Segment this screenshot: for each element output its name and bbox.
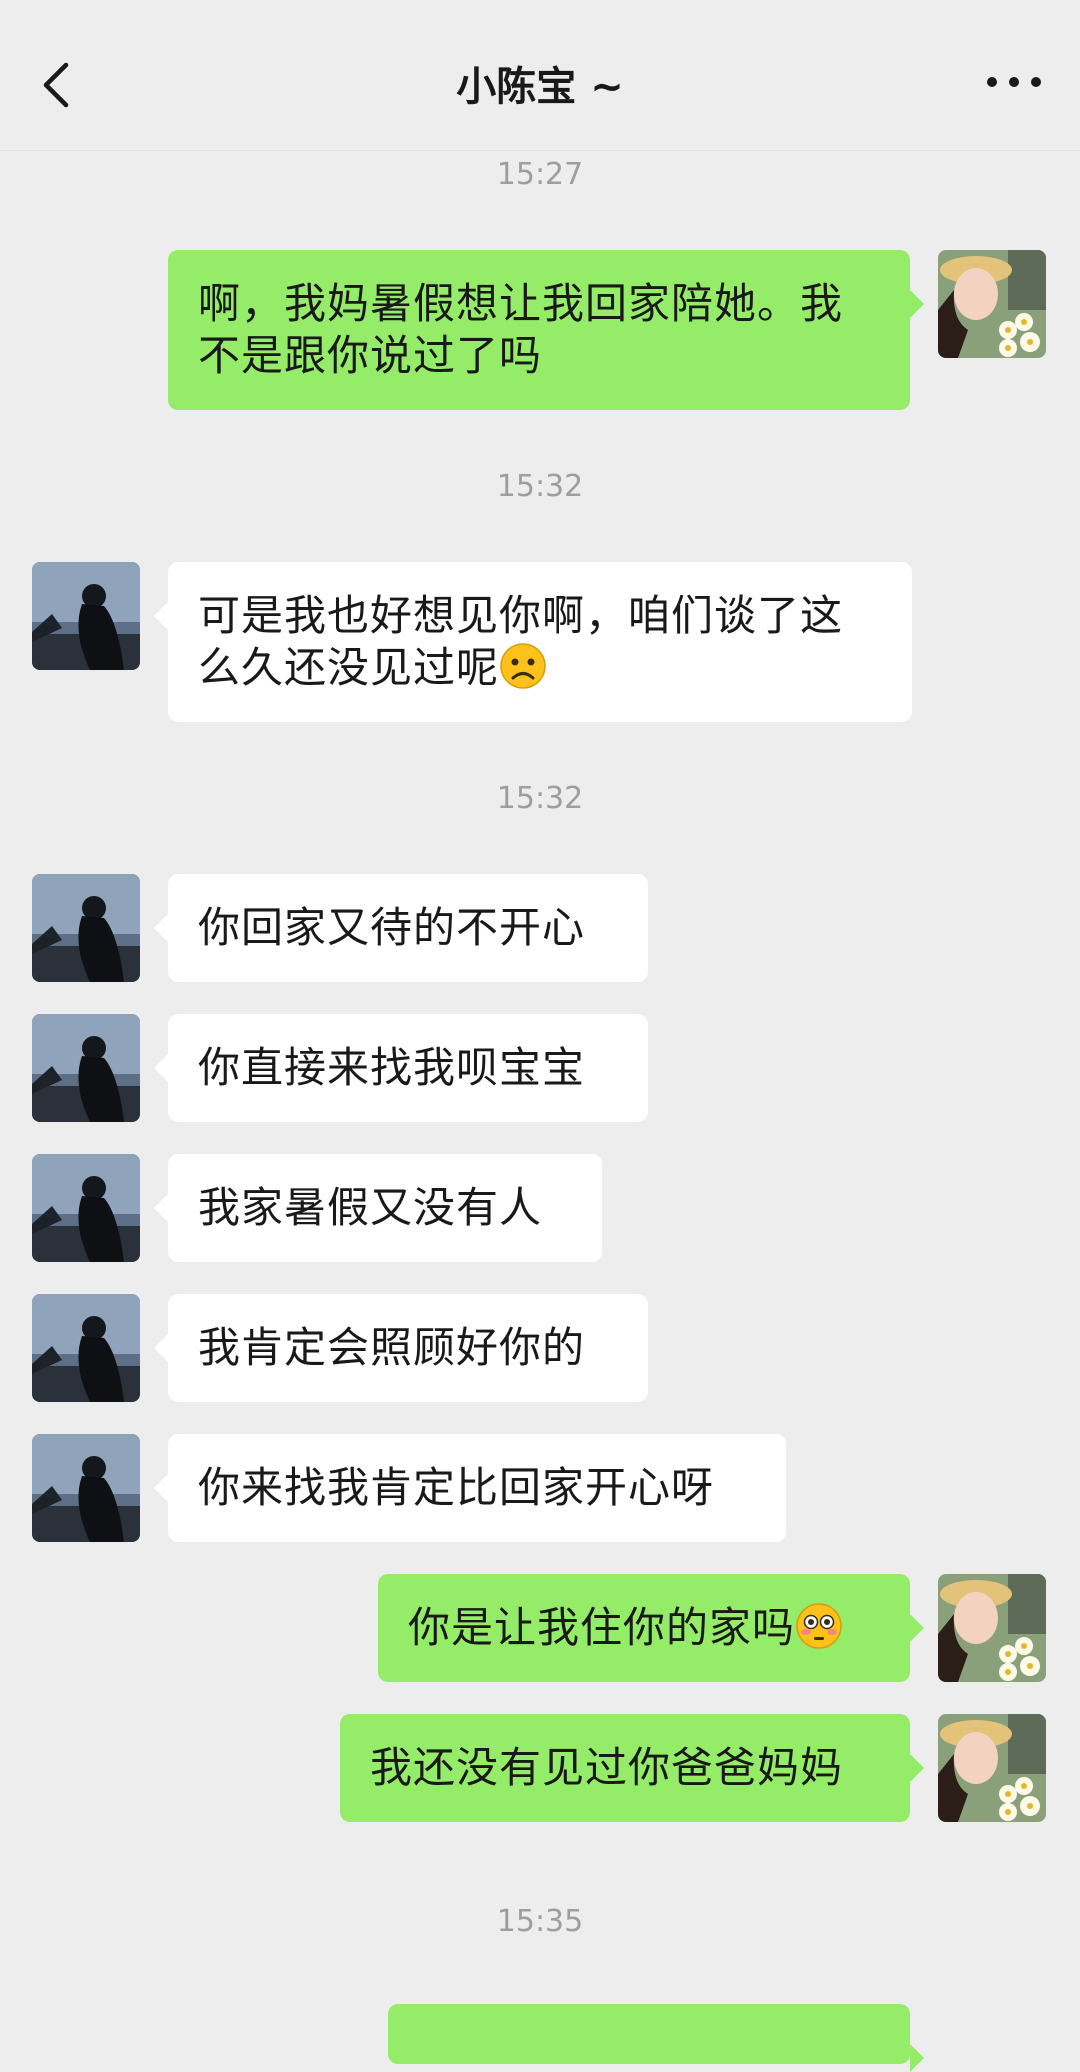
- more-options-button[interactable]: [986, 70, 1042, 94]
- contact-avatar[interactable]: [32, 1294, 140, 1402]
- message-text: 你直接来找我呗宝宝: [198, 1043, 586, 1092]
- contact-avatar[interactable]: [32, 1434, 140, 1542]
- message-bubble-outgoing[interactable]: [388, 2004, 924, 2072]
- my-avatar[interactable]: [938, 1714, 1046, 1822]
- timestamp: 15:27: [496, 157, 584, 192]
- contact-avatar[interactable]: [32, 562, 140, 670]
- contact-avatar[interactable]: [32, 1014, 140, 1122]
- message-bubble-incoming[interactable]: 你来找我肯定比回家开心呀: [154, 1434, 786, 1542]
- message-text: 你回家又待的不开心: [198, 903, 586, 952]
- message-text: 啊，我妈暑假想让我回家陪她。我不是跟你说过了吗: [198, 279, 844, 380]
- message-bubble-incoming[interactable]: 你回家又待的不开心: [154, 874, 648, 982]
- timestamp: 15:32: [496, 469, 584, 504]
- message-bubble-outgoing[interactable]: 我还没有见过你爸爸妈妈: [340, 1714, 924, 1822]
- message-text: 你是让我住你的家吗: [408, 1603, 796, 1652]
- message-text: 你来找我肯定比回家开心呀: [198, 1463, 715, 1512]
- timestamp: 15:35: [496, 1904, 584, 1939]
- frowning-face-emoji: [500, 643, 546, 689]
- chat-title: 小陈宝 ~: [456, 64, 624, 110]
- message-text: 我家暑假又没有人: [198, 1183, 543, 1232]
- message-bubble-incoming[interactable]: 可是我也好想见你啊，咱们谈了这么久还没见过呢: [154, 562, 912, 722]
- message-bubble-incoming[interactable]: 我家暑假又没有人: [154, 1154, 602, 1262]
- flushed-face-emoji: [796, 1603, 842, 1649]
- contact-avatar[interactable]: [32, 874, 140, 982]
- message-bubble-outgoing[interactable]: 你是让我住你的家吗: [378, 1574, 924, 1682]
- message-bubble-incoming[interactable]: 你直接来找我呗宝宝: [154, 1014, 648, 1122]
- message-bubble-outgoing[interactable]: 啊，我妈暑假想让我回家陪她。我不是跟你说过了吗: [168, 250, 924, 410]
- message-bubble-incoming[interactable]: 我肯定会照顾好你的: [154, 1294, 648, 1402]
- timestamp: 15:32: [496, 781, 584, 816]
- my-avatar[interactable]: [938, 250, 1046, 358]
- my-avatar[interactable]: [938, 1574, 1046, 1682]
- message-text: 我肯定会照顾好你的: [198, 1323, 586, 1372]
- chat-header: 小陈宝 ~: [0, 0, 1080, 151]
- contact-avatar[interactable]: [32, 1154, 140, 1262]
- message-text: 我还没有见过你爸爸妈妈: [370, 1743, 844, 1792]
- ellipsis-icon: [987, 77, 1041, 87]
